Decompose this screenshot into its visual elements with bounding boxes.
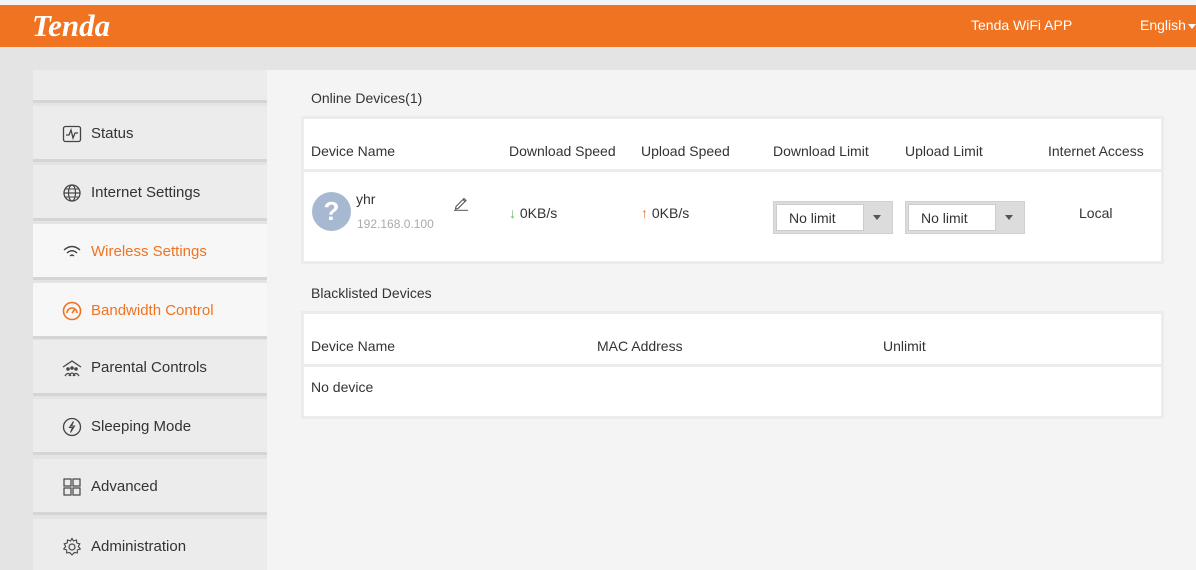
sidebar-item-label: Wireless Settings — [91, 243, 207, 260]
main-content: Online Devices(1) Device Name Download S… — [267, 70, 1196, 570]
column-header: Download Speed — [509, 143, 616, 159]
gear-icon — [62, 537, 82, 556]
sidebar-item-bandwidth-control[interactable]: Bandwidth Control — [33, 283, 267, 339]
language-label: English — [1140, 17, 1186, 33]
speedometer-icon — [62, 301, 82, 321]
upload-arrow-icon: ↑ — [641, 205, 648, 221]
family-icon — [62, 360, 82, 377]
download-limit-select[interactable]: No limit — [773, 201, 893, 234]
sidebar-item-label: Internet Settings — [91, 184, 201, 201]
online-devices-title: Online Devices(1) — [311, 90, 423, 106]
sidebar-item-label: Administration — [91, 538, 187, 555]
sidebar-item-administration[interactable]: Administration — [33, 519, 267, 570]
sidebar-item-label: Advanced — [91, 478, 158, 495]
sidebar-item-label: Parental Controls — [91, 359, 207, 376]
wifi-icon — [63, 245, 81, 257]
sidebar-item-advanced[interactable]: Advanced — [33, 459, 267, 515]
upload-speed-value: 0KB/s — [651, 205, 690, 221]
blacklisted-devices-title: Blacklisted Devices — [311, 285, 432, 301]
status-icon — [62, 125, 82, 143]
language-select[interactable]: English — [1140, 17, 1196, 33]
sidebar-item-wireless-settings[interactable]: Wireless Settings — [33, 224, 267, 280]
globe-icon — [63, 184, 81, 202]
top-header: Tenda Tenda WiFi APP English — [0, 5, 1196, 47]
download-limit-value: No limit — [776, 204, 864, 231]
tenda-logo: Tenda — [32, 8, 111, 43]
edit-pencil-icon[interactable] — [453, 195, 469, 211]
sidebar-item-internet-settings[interactable]: Internet Settings — [33, 165, 267, 221]
upload-limit-select[interactable]: No limit — [905, 201, 1025, 234]
sidebar-top-spacer — [33, 70, 267, 103]
sidebar-item-label: Bandwidth Control — [91, 302, 214, 319]
online-devices-table: Device Name Download Speed Upload Speed … — [301, 116, 1164, 264]
sidebar: Status Internet Settings Wireless Settin… — [33, 70, 267, 570]
upload-speed: ↑ 0KB/s — [641, 205, 689, 221]
power-icon — [62, 417, 82, 437]
sidebar-item-parental-controls[interactable]: Parental Controls — [33, 340, 267, 396]
sidebar-item-label: Status — [91, 125, 134, 142]
column-header: Upload Speed — [641, 143, 730, 159]
table-header: Device Name Download Speed Upload Speed … — [304, 119, 1161, 172]
sidebar-item-status[interactable]: Status — [33, 106, 267, 162]
download-speed: ↓ 0KB/s — [509, 205, 557, 221]
chevron-down-icon — [1187, 23, 1196, 29]
download-speed-value: 0KB/s — [519, 205, 558, 221]
table-header: Device Name MAC Address Unlimit — [304, 314, 1161, 367]
sidebar-item-label: Sleeping Mode — [91, 418, 192, 435]
column-header: Download Limit — [773, 143, 869, 159]
device-ip: 192.168.0.100 — [357, 217, 434, 231]
column-header: Internet Access — [1048, 143, 1144, 159]
column-header: Device Name — [311, 338, 396, 354]
unknown-device-icon: ? — [312, 192, 351, 231]
blacklisted-devices-table: Device Name MAC Address Unlimit No devic… — [301, 311, 1164, 419]
sidebar-item-sleeping-mode[interactable]: Sleeping Mode — [33, 399, 267, 455]
column-header: MAC Address — [597, 338, 683, 354]
chevron-down-icon — [1005, 215, 1013, 220]
download-arrow-icon: ↓ — [509, 205, 516, 221]
internet-access-value: Local — [1079, 205, 1113, 221]
device-name: yhr — [356, 191, 376, 207]
column-header: Upload Limit — [905, 143, 983, 159]
column-header: Device Name — [311, 143, 396, 159]
chevron-down-icon — [873, 215, 881, 220]
wifi-app-link[interactable]: Tenda WiFi APP — [971, 17, 1072, 33]
empty-state-text: No device — [311, 379, 374, 395]
column-header: Unlimit — [883, 338, 926, 354]
table-row: ? yhr 192.168.0.100 ↓ 0KB/s ↑ 0KB/s No l… — [304, 175, 1161, 261]
upload-limit-value: No limit — [908, 204, 996, 231]
grid-icon — [63, 478, 81, 496]
